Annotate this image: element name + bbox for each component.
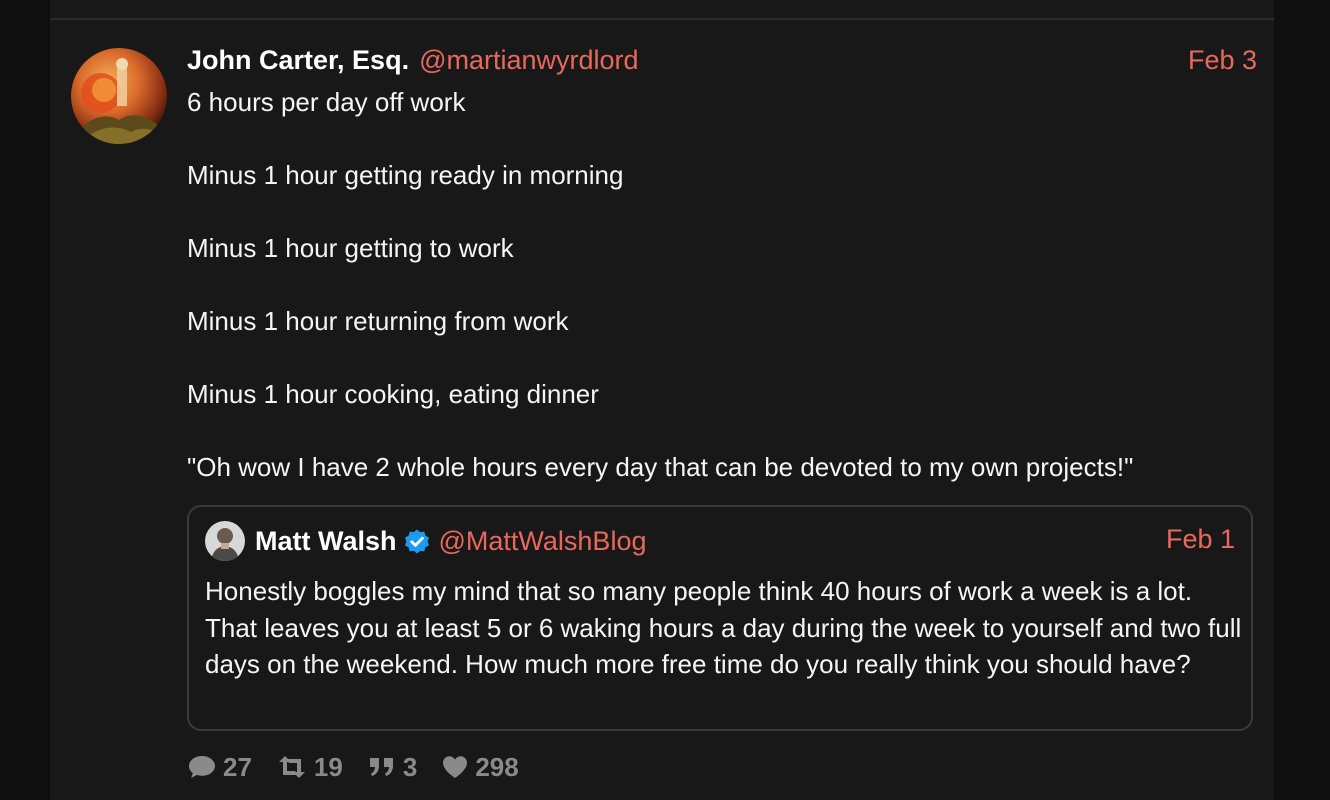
reply-count: 27 [223, 751, 252, 782]
timeline-column: John Carter, Esq. @martianwyrdlord Feb 3 … [50, 0, 1274, 800]
tweet-actions: 27 19 3 298 [187, 749, 543, 785]
quote-icon [369, 758, 393, 776]
quoted-author-name[interactable]: Matt Walsh [255, 526, 397, 556]
reply-button[interactable]: 27 [187, 752, 252, 783]
retweet-button[interactable]: 19 [276, 752, 343, 783]
quoted-tweet[interactable]: Matt Walsh @MattWalshBlog Feb 1 Honestly… [187, 505, 1253, 731]
tweet-header: John Carter, Esq. @martianwyrdlord Feb 3 [187, 42, 1257, 78]
tweet-content: John Carter, Esq. @martianwyrdlord Feb 3 … [187, 42, 1257, 486]
author-avatar[interactable] [71, 48, 167, 144]
tweet-line: Minus 1 hour returning from work [187, 306, 569, 336]
like-button[interactable]: 298 [441, 751, 519, 783]
quote-count: 3 [402, 751, 418, 782]
quoted-author-avatar[interactable] [205, 520, 245, 561]
quoted-author-handle[interactable]: @MattWalshBlog [439, 526, 647, 556]
tweet-line: "Oh wow I have 2 whole hours every day t… [187, 452, 1134, 482]
verified-badge-icon [403, 527, 431, 555]
quoted-tweet-header: Matt Walsh @MattWalshBlog Feb 1 [205, 519, 1235, 561]
author-name[interactable]: John Carter, Esq. [187, 45, 409, 75]
retweet-icon [278, 756, 305, 778]
tweet-date[interactable]: Feb 3 [1188, 42, 1257, 78]
tweet-line: Minus 1 hour getting ready in morning [187, 160, 624, 190]
like-count: 298 [475, 751, 519, 782]
tweet-line: Minus 1 hour cooking, eating dinner [187, 379, 599, 409]
quote-button[interactable]: 3 [367, 752, 417, 783]
tweet-line: Minus 1 hour getting to work [187, 233, 514, 263]
heart-icon [443, 756, 468, 778]
quoted-tweet-text: Honestly boggles my mind that so many pe… [205, 576, 1242, 679]
author-handle[interactable]: @martianwyrdlord [419, 45, 638, 75]
tweet-text: 6 hours per day off work Minus 1 hour ge… [187, 84, 1257, 486]
retweet-count: 19 [313, 751, 343, 782]
tweet[interactable]: John Carter, Esq. @martianwyrdlord Feb 3 … [50, 20, 1274, 800]
tweet-line: 6 hours per day off work [187, 87, 466, 117]
quoted-tweet-date[interactable]: Feb 1 [1166, 519, 1235, 559]
reply-icon [189, 756, 215, 778]
